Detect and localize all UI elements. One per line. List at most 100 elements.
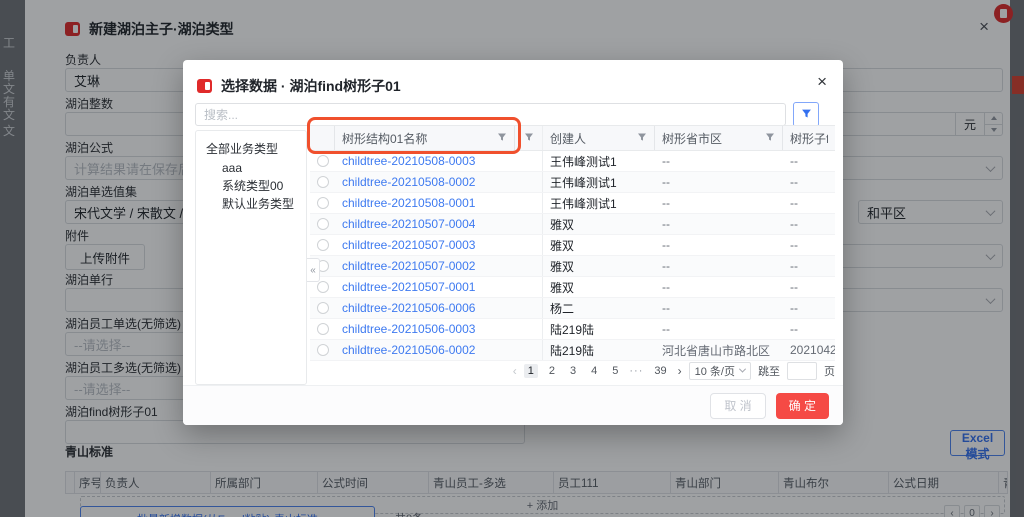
cell-name: childtree-20210507-0004 xyxy=(335,214,515,234)
page-number-2[interactable]: 2 xyxy=(545,364,559,378)
column-label: 创建人 xyxy=(550,130,637,147)
table-row: childtree-20210508-0001王伟峰测试1---- xyxy=(310,193,835,214)
cell-find: -- xyxy=(783,214,835,234)
tree-item[interactable]: 系统类型00 xyxy=(196,179,306,197)
confirm-button[interactable]: 确 定 xyxy=(776,393,829,419)
column-header: 树形结构01名称 xyxy=(335,126,515,150)
cell-name: childtree-20210508-0003 xyxy=(335,151,515,171)
cell-name: childtree-20210506-0006 xyxy=(335,298,515,318)
jump-suffix: 页 xyxy=(824,363,835,379)
radio-button[interactable] xyxy=(317,176,329,188)
cell-find: -- xyxy=(783,277,835,297)
cell-region: -- xyxy=(655,214,783,234)
cell-gap xyxy=(515,256,543,276)
tree-item-all-types[interactable]: 全部业务类型 xyxy=(196,140,306,161)
cell-gap xyxy=(515,277,543,297)
radio-button[interactable] xyxy=(317,239,329,251)
column-header: 树形子find大 xyxy=(783,126,835,150)
jump-page-input[interactable] xyxy=(787,362,817,380)
table-row: childtree-20210507-0004雅双---- xyxy=(310,214,835,235)
table-row: childtree-20210507-0002雅双---- xyxy=(310,256,835,277)
row-radio-cell xyxy=(310,151,335,171)
filter-button[interactable] xyxy=(793,102,819,127)
row-radio-cell xyxy=(310,172,335,192)
cell-name: childtree-20210508-0001 xyxy=(335,193,515,213)
cell-creator: 雅双 xyxy=(543,277,655,297)
record-icon xyxy=(197,79,212,93)
radio-button[interactable] xyxy=(317,344,329,356)
row-radio-cell xyxy=(310,235,335,255)
radio-button[interactable] xyxy=(317,281,329,293)
chevron-down-icon xyxy=(739,365,746,372)
radio-button[interactable] xyxy=(317,197,329,209)
radio-button[interactable] xyxy=(317,302,329,314)
cell-gap xyxy=(515,298,543,318)
column-header: 树形省市区 xyxy=(655,126,783,150)
column-label: 树形省市区 xyxy=(662,130,765,147)
table-header: 树形结构01名称 创建人 树形省市区 树形子find大 xyxy=(310,125,835,151)
ellipsis: ··· xyxy=(629,365,643,377)
radio-button[interactable] xyxy=(317,323,329,335)
cell-name: childtree-20210506-0003 xyxy=(335,319,515,339)
page-number-4[interactable]: 4 xyxy=(587,364,601,378)
cell-gap xyxy=(515,172,543,192)
record-link[interactable]: childtree-20210508-0003 xyxy=(342,154,475,168)
cell-find: -- xyxy=(783,298,835,318)
record-link[interactable]: childtree-20210506-0003 xyxy=(342,322,475,336)
cell-region: -- xyxy=(655,151,783,171)
cell-gap xyxy=(515,193,543,213)
select-data-modal: 选择数据 · 湖泊find树形子01 × 全部业务类型aaa系统类型00默认业务… xyxy=(183,60,843,425)
record-link[interactable]: childtree-20210508-0002 xyxy=(342,175,475,189)
record-link[interactable]: childtree-20210507-0002 xyxy=(342,259,475,273)
record-link[interactable]: childtree-20210507-0003 xyxy=(342,238,475,252)
record-link[interactable]: childtree-20210508-0001 xyxy=(342,196,475,210)
modal-footer: 取 消 确 定 xyxy=(183,385,843,425)
page-number-39[interactable]: 39 xyxy=(650,364,670,378)
radio-button[interactable] xyxy=(317,218,329,230)
pagination: ‹12345···39›10 条/页跳至页 xyxy=(513,361,835,381)
cell-region: -- xyxy=(655,235,783,255)
next-page-icon[interactable]: › xyxy=(678,364,682,378)
page-size-select[interactable]: 10 条/页 xyxy=(689,362,751,380)
cancel-button[interactable]: 取 消 xyxy=(710,393,765,419)
cell-find: -- xyxy=(783,151,835,171)
cell-gap xyxy=(515,319,543,339)
tree-item[interactable]: 默认业务类型 xyxy=(196,197,306,215)
funnel-icon xyxy=(497,131,507,145)
row-radio-cell xyxy=(310,193,335,213)
search-input[interactable] xyxy=(195,103,786,126)
table-row: childtree-20210506-0003陆219陆---- xyxy=(310,319,835,340)
record-link[interactable]: childtree-20210506-0006 xyxy=(342,301,475,315)
cell-region: -- xyxy=(655,193,783,213)
table-row: childtree-20210508-0002王伟峰测试1---- xyxy=(310,172,835,193)
cell-gap xyxy=(515,214,543,234)
cell-region: 河北省唐山市路北区 xyxy=(655,340,783,360)
record-link[interactable]: childtree-20210506-0002 xyxy=(342,343,475,357)
row-radio-cell xyxy=(310,319,335,339)
record-link[interactable]: childtree-20210507-0001 xyxy=(342,280,475,294)
cell-name: childtree-20210506-0002 xyxy=(335,340,515,360)
data-table: 树形结构01名称 创建人 树形省市区 树形子find大 childtree-20210… xyxy=(310,125,835,361)
cell-find: -- xyxy=(783,235,835,255)
cell-find: -- xyxy=(783,193,835,213)
tree-item[interactable]: aaa xyxy=(196,161,306,179)
page-number-5[interactable]: 5 xyxy=(608,364,622,378)
header-radio-cell xyxy=(310,126,335,150)
table-body: childtree-20210508-0003王伟峰测试1----childtr… xyxy=(310,151,835,361)
page-number-1[interactable]: 1 xyxy=(524,364,538,378)
column-header: 创建人 xyxy=(543,126,655,150)
radio-button[interactable] xyxy=(317,155,329,167)
row-radio-cell xyxy=(310,298,335,318)
column-label: 树形子find大 xyxy=(790,130,828,147)
table-row: childtree-20210506-0002陆219陆河北省唐山市路北区202… xyxy=(310,340,835,361)
row-radio-cell xyxy=(310,340,335,360)
page-number-3[interactable]: 3 xyxy=(566,364,580,378)
record-link[interactable]: childtree-20210507-0004 xyxy=(342,217,475,231)
modal-close-icon[interactable]: × xyxy=(817,72,827,92)
column-header xyxy=(515,126,543,150)
prev-page-icon[interactable]: ‹ xyxy=(513,364,517,378)
cell-name: childtree-20210507-0001 xyxy=(335,277,515,297)
row-radio-cell xyxy=(310,214,335,234)
collapse-tree-icon[interactable]: « xyxy=(307,258,320,282)
page-size-value: 10 条/页 xyxy=(695,363,735,379)
